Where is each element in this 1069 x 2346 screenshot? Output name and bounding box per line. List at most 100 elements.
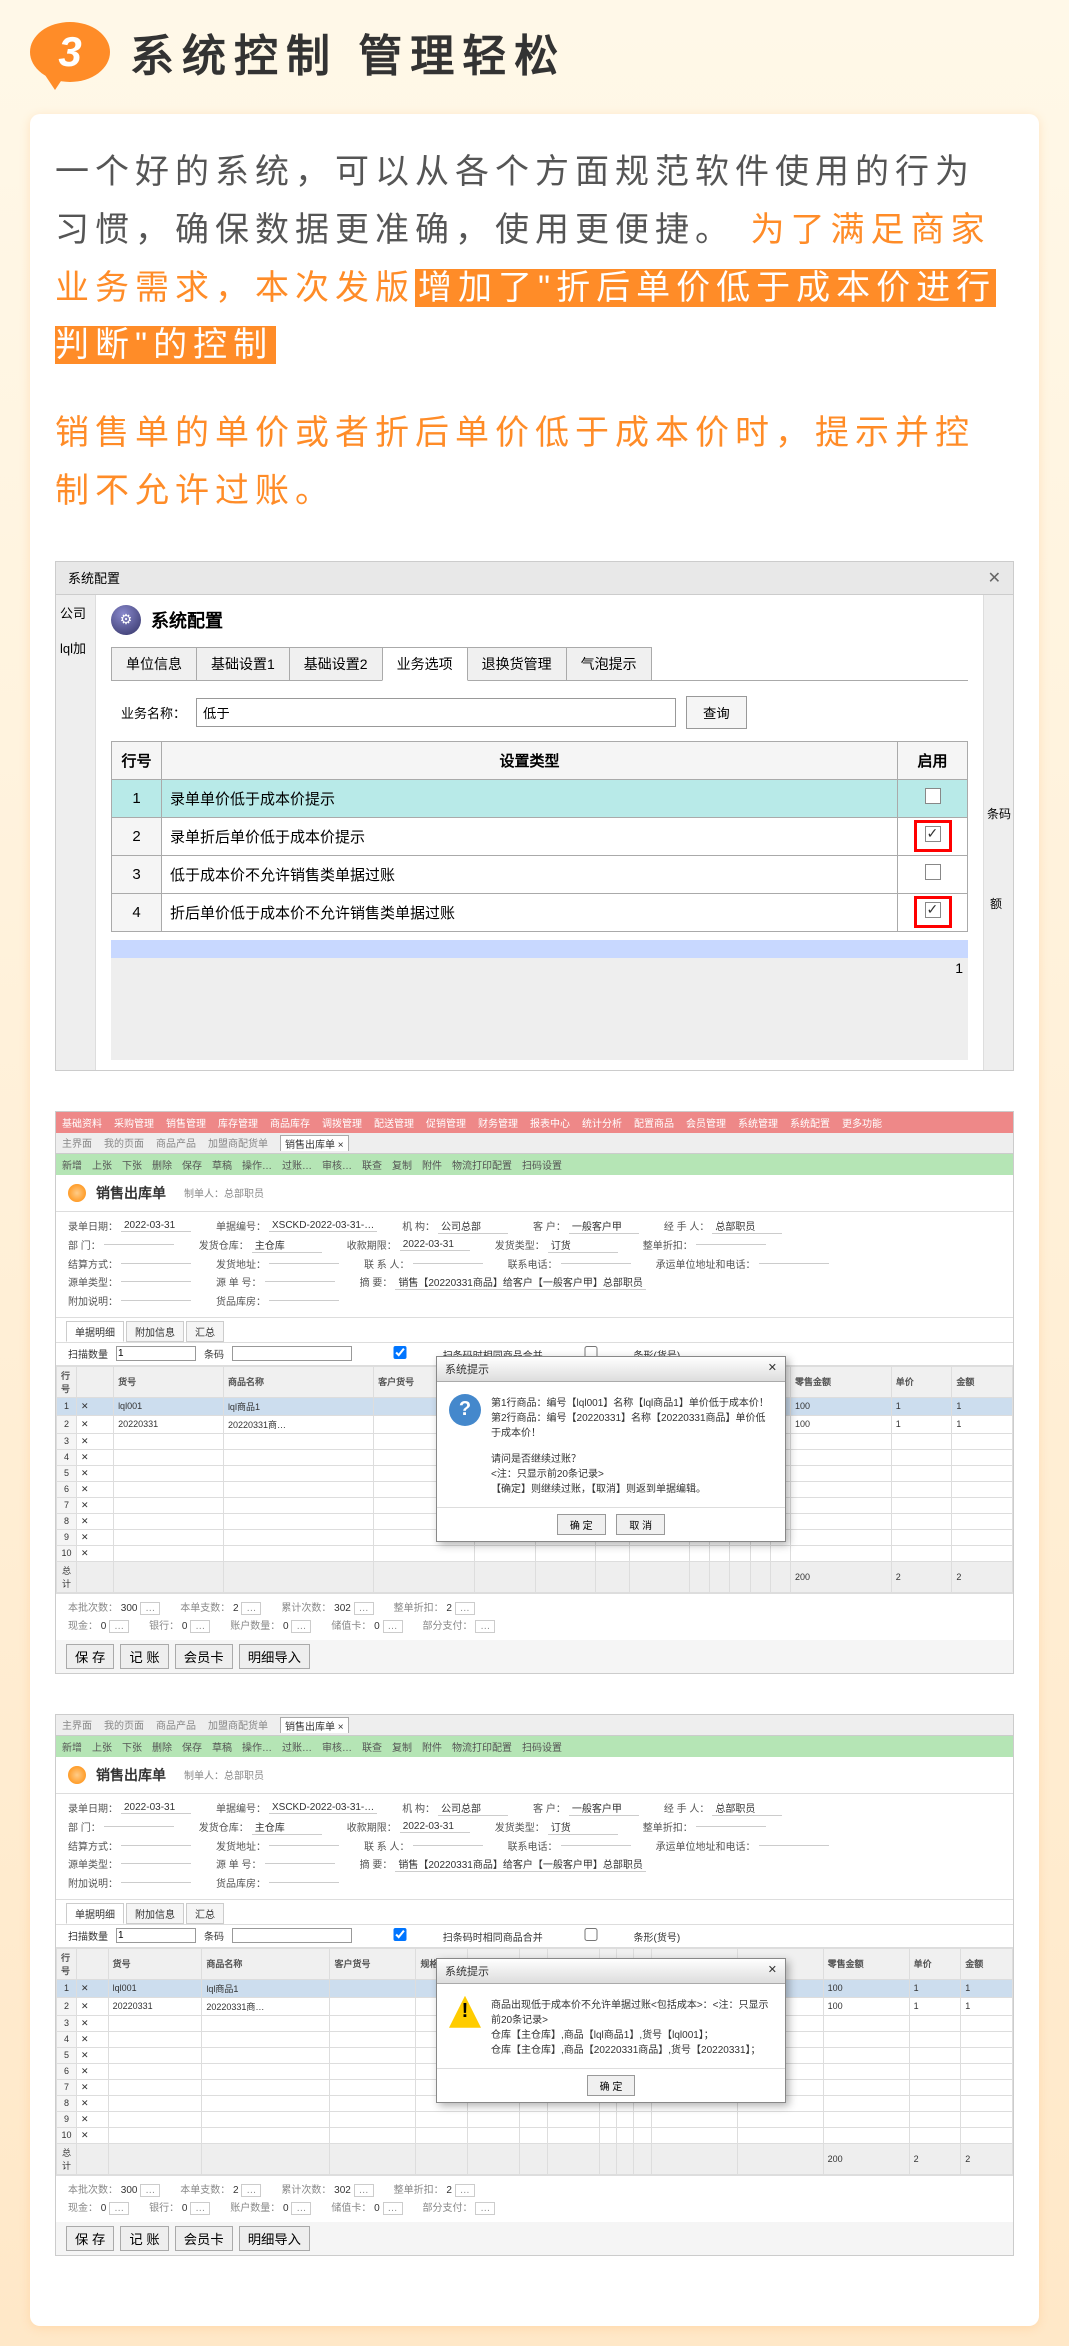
config-tab[interactable]: 基础设置2 xyxy=(289,647,383,680)
config-row[interactable]: 4折后单价低于成本价不允许销售类单据过账 xyxy=(112,893,968,931)
window-tab[interactable]: 销售出库单 × xyxy=(280,1717,349,1733)
toolbar-button[interactable]: 审核… xyxy=(322,1739,352,1754)
toolbar-button[interactable]: 删除 xyxy=(152,1739,172,1754)
config-row[interactable]: 3低于成本价不允许销售类单据过账 xyxy=(112,855,968,893)
merge-checkbox[interactable] xyxy=(360,1346,440,1359)
close-icon[interactable]: ✕ xyxy=(768,1361,777,1377)
menu-item[interactable]: 配送管理 xyxy=(374,1115,414,1130)
menu-item[interactable]: 库存管理 xyxy=(218,1115,258,1130)
toolbar-button[interactable]: 联查 xyxy=(362,1157,382,1172)
window-tab[interactable]: 我的页面 xyxy=(104,1135,144,1151)
window-tab[interactable]: 主界面 xyxy=(62,1717,92,1733)
row-enable-checkbox[interactable] xyxy=(898,817,968,855)
menu-item[interactable]: 系统管理 xyxy=(738,1115,778,1130)
toolbar-button[interactable]: 复制 xyxy=(392,1739,412,1754)
config-tab[interactable]: 气泡提示 xyxy=(566,647,652,680)
action-button[interactable]: 明细导入 xyxy=(239,2226,310,2251)
sub-tab[interactable]: 附加信息 xyxy=(126,1903,184,1924)
menu-item[interactable]: 财务管理 xyxy=(478,1115,518,1130)
ok-button[interactable]: 确 定 xyxy=(557,1514,606,1535)
menu-item[interactable]: 更多功能 xyxy=(842,1115,882,1130)
config-tab[interactable]: 退换货管理 xyxy=(467,647,567,680)
config-row[interactable]: 2录单折后单价低于成本价提示 xyxy=(112,817,968,855)
scan-qty-input[interactable] xyxy=(116,1346,196,1361)
toolbar-button[interactable]: 新增 xyxy=(62,1157,82,1172)
cancel-button[interactable]: 取 消 xyxy=(616,1514,665,1535)
window-tab[interactable]: 商品产品 xyxy=(156,1135,196,1151)
menu-item[interactable]: 配置商品 xyxy=(634,1115,674,1130)
window-tab[interactable]: 商品产品 xyxy=(156,1717,196,1733)
toolbar-button[interactable]: 新增 xyxy=(62,1739,82,1754)
search-input[interactable] xyxy=(196,698,676,727)
scan-qty-input[interactable] xyxy=(116,1928,196,1943)
toolbar-button[interactable]: 审核… xyxy=(322,1157,352,1172)
menu-item[interactable]: 统计分析 xyxy=(582,1115,622,1130)
menu-item[interactable]: 采购管理 xyxy=(114,1115,154,1130)
action-button[interactable]: 明细导入 xyxy=(239,1644,310,1669)
window-tab[interactable]: 我的页面 xyxy=(104,1717,144,1733)
close-icon[interactable]: ✕ xyxy=(988,568,1001,588)
scan-code-input[interactable] xyxy=(232,1346,352,1361)
action-button[interactable]: 保 存 xyxy=(66,2226,114,2251)
scan-code-input[interactable] xyxy=(232,1928,352,1943)
action-button[interactable]: 会员卡 xyxy=(175,2226,233,2251)
sub-tab[interactable]: 单据明细 xyxy=(66,1903,124,1924)
action-button[interactable]: 会员卡 xyxy=(175,1644,233,1669)
window-tab[interactable]: 销售出库单 × xyxy=(280,1135,349,1151)
toolbar-button[interactable]: 扫码设置 xyxy=(522,1739,562,1754)
config-row[interactable]: 1录单单价低于成本价提示 xyxy=(112,779,968,817)
toolbar-button[interactable]: 上张 xyxy=(92,1157,112,1172)
menu-item[interactable]: 会员管理 xyxy=(686,1115,726,1130)
action-button[interactable]: 记 账 xyxy=(120,2226,168,2251)
toolbar-button[interactable]: 下张 xyxy=(122,1157,142,1172)
window-tab[interactable]: 加盟商配货单 xyxy=(208,1135,268,1151)
toolbar-button[interactable]: 保存 xyxy=(182,1157,202,1172)
toolbar-button[interactable]: 操作… xyxy=(242,1157,272,1172)
table-row: 9✕ xyxy=(57,2111,1013,2127)
close-icon[interactable]: ✕ xyxy=(768,1963,777,1979)
action-button[interactable]: 保 存 xyxy=(66,1644,114,1669)
toolbar-button[interactable]: 联查 xyxy=(362,1739,382,1754)
toolbar-button[interactable]: 物流打印配置 xyxy=(452,1739,512,1754)
toolbar-button[interactable]: 过账… xyxy=(282,1157,312,1172)
menu-item[interactable]: 系统配置 xyxy=(790,1115,830,1130)
ok-button[interactable]: 确 定 xyxy=(587,2075,636,2096)
row-enable-checkbox[interactable] xyxy=(898,855,968,893)
menu-item[interactable]: 商品库存 xyxy=(270,1115,310,1130)
sub-tab[interactable]: 单据明细 xyxy=(66,1321,124,1342)
dlg-line: 仓库【主仓库】,商品【lql商品1】,货号【lql001】； xyxy=(491,2026,773,2041)
form-field: 经 手 人：总部职员 xyxy=(664,1218,783,1234)
action-button[interactable]: 记 账 xyxy=(120,1644,168,1669)
toolbar-button[interactable]: 复制 xyxy=(392,1157,412,1172)
row-enable-checkbox[interactable] xyxy=(898,893,968,931)
toolbar-button[interactable]: 扫码设置 xyxy=(522,1157,562,1172)
toolbar-button[interactable]: 附件 xyxy=(422,1739,442,1754)
row-enable-checkbox[interactable] xyxy=(898,779,968,817)
toolbar-button[interactable]: 附件 xyxy=(422,1157,442,1172)
query-button[interactable]: 查询 xyxy=(686,696,747,729)
merge-checkbox[interactable] xyxy=(360,1928,440,1941)
toolbar-button[interactable]: 过账… xyxy=(282,1739,312,1754)
menu-item[interactable]: 报表中心 xyxy=(530,1115,570,1130)
config-tab[interactable]: 基础设置1 xyxy=(196,647,290,680)
sub-tab[interactable]: 附加信息 xyxy=(126,1321,184,1342)
window-tab[interactable]: 主界面 xyxy=(62,1135,92,1151)
toolbar-button[interactable]: 保存 xyxy=(182,1739,202,1754)
toolbar-button[interactable]: 草稿 xyxy=(212,1739,232,1754)
menu-item[interactable]: 调拨管理 xyxy=(322,1115,362,1130)
barcode-checkbox[interactable] xyxy=(551,1928,631,1941)
window-tab[interactable]: 加盟商配货单 xyxy=(208,1717,268,1733)
toolbar-button[interactable]: 下张 xyxy=(122,1739,142,1754)
sub-tab[interactable]: 汇总 xyxy=(186,1321,224,1342)
menu-item[interactable]: 销售管理 xyxy=(166,1115,206,1130)
sub-tab[interactable]: 汇总 xyxy=(186,1903,224,1924)
config-tab[interactable]: 单位信息 xyxy=(111,647,197,680)
toolbar-button[interactable]: 草稿 xyxy=(212,1157,232,1172)
toolbar-button[interactable]: 上张 xyxy=(92,1739,112,1754)
toolbar-button[interactable]: 删除 xyxy=(152,1157,172,1172)
toolbar-button[interactable]: 物流打印配置 xyxy=(452,1157,512,1172)
config-tab[interactable]: 业务选项 xyxy=(382,647,468,681)
toolbar-button[interactable]: 操作… xyxy=(242,1739,272,1754)
menu-item[interactable]: 基础资料 xyxy=(62,1115,102,1130)
menu-item[interactable]: 促销管理 xyxy=(426,1115,466,1130)
